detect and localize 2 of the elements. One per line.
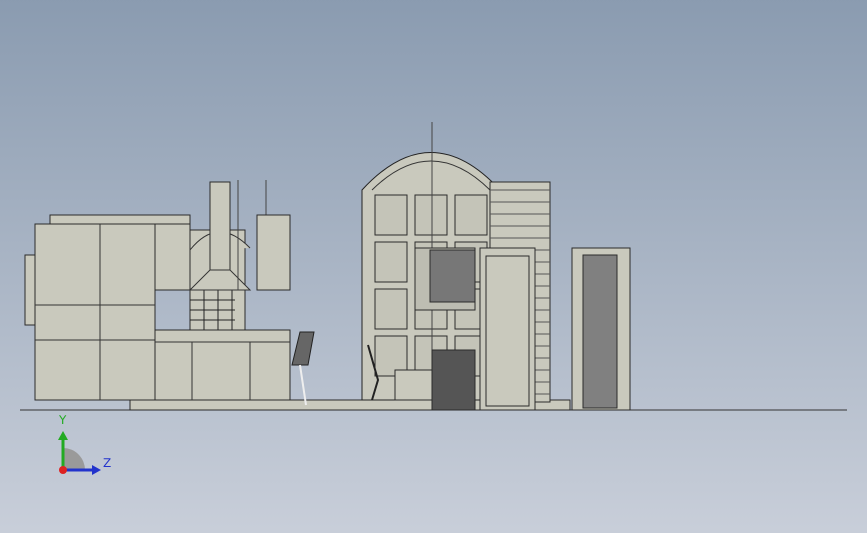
axis-label: Y xyxy=(59,413,66,427)
axis-label: Z xyxy=(103,456,112,470)
